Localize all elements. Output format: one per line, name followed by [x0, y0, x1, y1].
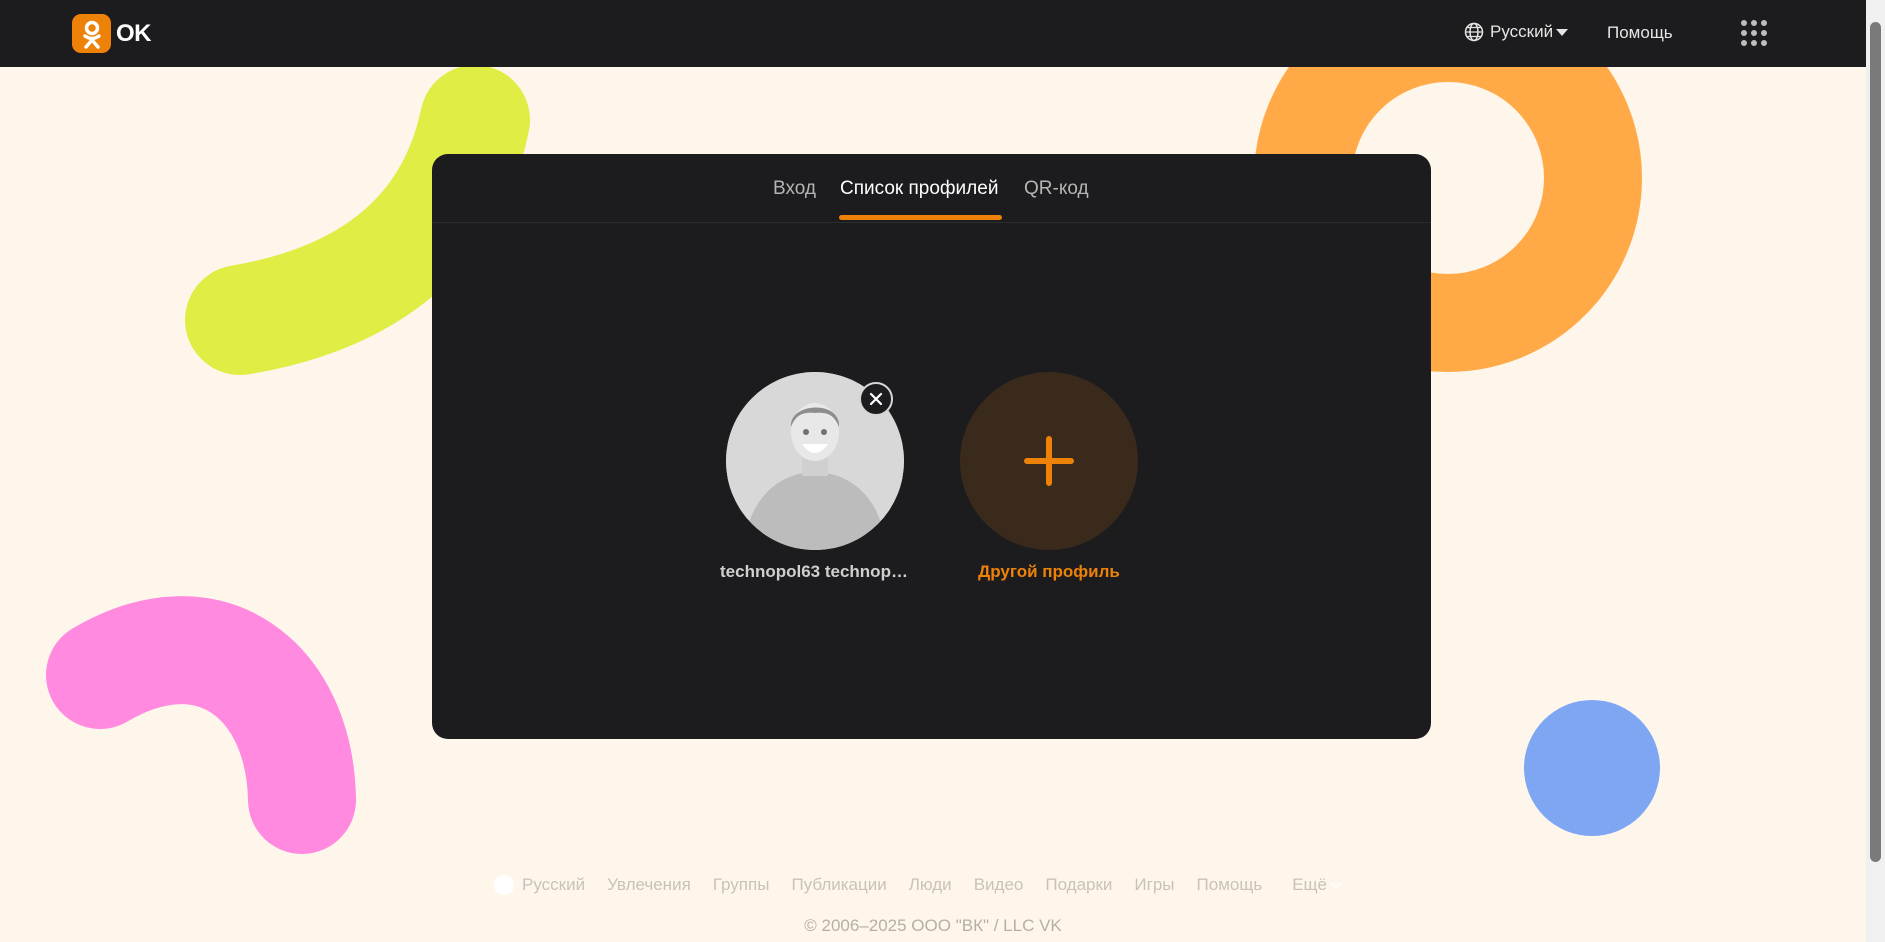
- blue-circle-shape: [1524, 700, 1660, 836]
- footer-link[interactable]: Публикации: [791, 875, 886, 895]
- copyright-text: © 2006–2025 ООО "ВК" / LLC VK: [804, 916, 1062, 935]
- tab-login[interactable]: Вход: [773, 178, 816, 200]
- tab-profile-list[interactable]: Список профилей: [840, 178, 998, 200]
- globe-icon: [1464, 22, 1484, 42]
- footer-link[interactable]: Группы: [713, 875, 770, 895]
- add-profile-label[interactable]: Другой профиль: [949, 562, 1149, 582]
- language-label: Русский: [1490, 22, 1554, 41]
- footer-link[interactable]: Помощь: [1197, 875, 1263, 895]
- page-scrollbar[interactable]: [1866, 0, 1885, 942]
- footer-more-button[interactable]: Ещё: [1292, 875, 1341, 895]
- plus-icon: [1024, 436, 1074, 486]
- remove-profile-button[interactable]: [859, 382, 893, 416]
- profile-name[interactable]: technopol63 technopol63: [720, 562, 910, 582]
- footer-link[interactable]: Подарки: [1045, 875, 1112, 895]
- footer-link[interactable]: Видео: [974, 875, 1024, 895]
- ok-logo-icon: [72, 14, 111, 53]
- footer-link[interactable]: Игры: [1134, 875, 1174, 895]
- tab-qr-code[interactable]: QR-код: [1024, 178, 1089, 200]
- close-icon: [869, 392, 883, 406]
- scrollbar-thumb[interactable]: [1870, 22, 1881, 862]
- footer-more-label: Ещё: [1292, 875, 1327, 894]
- globe-icon: [494, 875, 514, 895]
- footer-language-link[interactable]: Русский: [522, 875, 585, 895]
- footer-link[interactable]: Увлечения: [607, 875, 691, 895]
- chevron-down-icon: [1331, 882, 1341, 889]
- login-panel: Вход Список профилей QR-код technopol63 …: [432, 154, 1431, 739]
- ok-logo[interactable]: OK: [72, 14, 152, 53]
- chevron-down-icon: [1556, 28, 1569, 36]
- apps-grid-icon[interactable]: [1741, 20, 1767, 46]
- active-tab-indicator: [839, 215, 1002, 220]
- language-selector[interactable]: Русский: [1464, 22, 1569, 42]
- logo-text: OK: [116, 19, 152, 47]
- pink-arc-shape: [46, 596, 356, 854]
- top-bar: OK Русский Помощь: [0, 0, 1866, 67]
- footer-nav: Русский Увлечения Группы Публикации Люди…: [494, 875, 1341, 895]
- add-profile-button[interactable]: [960, 372, 1138, 550]
- login-tabs: Вход Список профилей QR-код: [432, 154, 1431, 223]
- footer-link[interactable]: Люди: [909, 875, 952, 895]
- help-link[interactable]: Помощь: [1607, 23, 1673, 43]
